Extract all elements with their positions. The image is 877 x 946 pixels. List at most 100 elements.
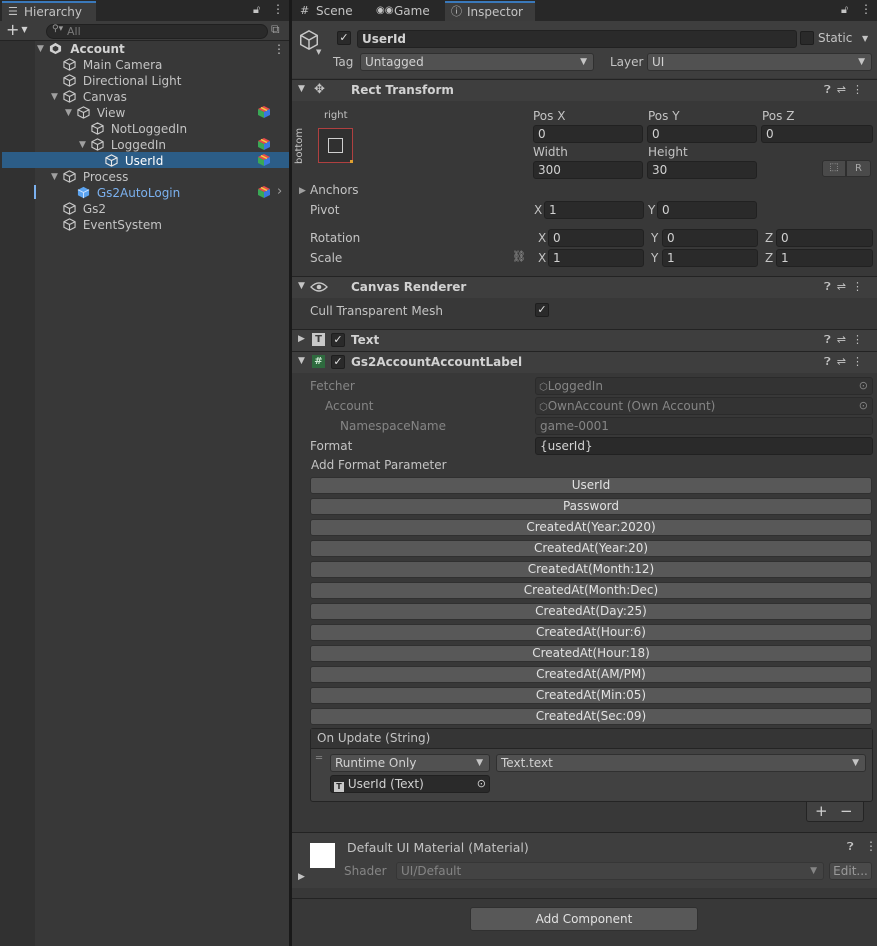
gs2-label-header[interactable]: ▼ # ✓ Gs2AccountAccountLabel ❓︎⇌⋮ [292, 351, 877, 373]
pos-x-field[interactable]: 0 [533, 125, 643, 143]
scale-y-field[interactable]: 1 [662, 249, 758, 267]
fold-anchors[interactable]: ▶ [299, 186, 306, 196]
text-header[interactable]: ▶ T ✓ Text ❓︎⇌⋮ [292, 329, 877, 351]
fold-icon[interactable]: ▶ [298, 872, 305, 882]
param-button-user-id[interactable]: UserId [310, 477, 872, 494]
runtime-dropdown[interactable]: Runtime Only ▼ [330, 754, 490, 772]
hierarchy-item-user-id[interactable]: UserId [105, 153, 163, 169]
tab-game[interactable]: ◉◉ Game [370, 1, 442, 21]
function-dropdown[interactable]: Text.text ▼ [496, 754, 866, 772]
link-icon[interactable]: ⛓︎ [512, 250, 526, 263]
param-button-year-2020[interactable]: CreatedAt(Year:2020) [310, 519, 872, 536]
fold-view[interactable]: ▼ [65, 108, 72, 118]
target-object-field[interactable]: T UserId (Text) ⊙ [330, 775, 490, 793]
panel-divider[interactable] [289, 0, 292, 946]
lock-icon[interactable]: 🔓︎ [253, 3, 260, 17]
add-component-button[interactable]: Add Component [470, 907, 698, 931]
chevron-down-icon[interactable]: ▼ [316, 48, 321, 56]
rot-z-field[interactable]: 0 [776, 229, 873, 247]
settings-sliders-icon[interactable]: ⇌ [837, 333, 852, 346]
remove-listener-button[interactable]: − [840, 802, 853, 820]
hierarchy-item-process[interactable]: Process [63, 169, 128, 185]
help-icon[interactable]: ❓︎ [847, 840, 854, 854]
chevron-down-icon[interactable]: ▼ [862, 34, 868, 43]
param-button-month-dec[interactable]: CreatedAt(Month:Dec) [310, 582, 872, 599]
help-icon[interactable]: ❓︎ [824, 83, 837, 96]
header-icons[interactable]: ❓︎⇌⋮ [824, 333, 869, 347]
anchors-label[interactable]: Anchors [310, 183, 359, 197]
settings-sliders-icon[interactable]: ⇌ [837, 280, 852, 293]
hierarchy-item-canvas[interactable]: Canvas [63, 89, 127, 105]
raw-edit-button[interactable]: R [846, 160, 871, 177]
kebab-icon[interactable]: ⋮ [852, 355, 869, 368]
kebab-icon[interactable]: ⋮ [852, 83, 869, 96]
pivot-y-field[interactable]: 0 [657, 201, 757, 219]
static-checkbox[interactable] [800, 31, 814, 45]
object-name-field[interactable]: UserId [357, 30, 797, 48]
tab-scene[interactable]: # Scene [294, 1, 368, 21]
lock-icon[interactable]: 🔓︎ [841, 3, 848, 17]
hierarchy-item-gs2-auto-login[interactable]: Gs2AutoLogin [77, 185, 180, 201]
fold-account[interactable]: ▼ [37, 44, 44, 54]
hierarchy-item-directional-light[interactable]: Directional Light [63, 73, 182, 89]
add-dropdown-button[interactable]: + ▼ [6, 22, 28, 38]
material-preview[interactable] [310, 843, 335, 868]
fold-process[interactable]: ▼ [51, 172, 58, 182]
tab-inspector[interactable]: ⓘ Inspector [445, 1, 535, 21]
fold-logged-in[interactable]: ▼ [79, 140, 86, 150]
kebab-icon[interactable]: ⋮ [852, 280, 869, 293]
kebab-icon[interactable]: ⋮ [272, 2, 284, 16]
kebab-icon[interactable]: ⋮ [860, 2, 872, 16]
format-field[interactable]: {userId} [535, 437, 873, 455]
param-button-month-12[interactable]: CreatedAt(Month:12) [310, 561, 872, 578]
param-button-am-pm[interactable]: CreatedAt(AM/PM) [310, 666, 872, 683]
param-button-password[interactable]: Password [310, 498, 872, 515]
header-icons[interactable]: ❓︎⇌⋮ [824, 355, 869, 369]
kebab-icon[interactable]: ⋮ [865, 839, 877, 853]
anchor-preset-button[interactable] [318, 128, 353, 163]
tag-dropdown[interactable]: Untagged ▼ [360, 53, 594, 71]
param-button-min-05[interactable]: CreatedAt(Min:05) [310, 687, 872, 704]
height-field[interactable]: 30 [647, 161, 757, 179]
hierarchy-item-main-camera[interactable]: Main Camera [63, 57, 162, 73]
active-checkbox[interactable]: ✓ [337, 31, 351, 45]
help-icon[interactable]: ❓︎ [824, 333, 837, 346]
chevron-right-icon[interactable]: › [277, 184, 282, 199]
param-button-year-20[interactable]: CreatedAt(Year:20) [310, 540, 872, 557]
pivot-x-field[interactable]: 1 [544, 201, 644, 219]
settings-sliders-icon[interactable]: ⇌ [837, 83, 852, 96]
fold-canvas[interactable]: ▼ [51, 92, 58, 102]
blueprint-mode-button[interactable]: ⬚ [822, 160, 846, 177]
help-icon[interactable]: ❓︎ [824, 355, 837, 368]
hierarchy-item-logged-in[interactable]: LoggedIn [91, 137, 166, 153]
rot-x-field[interactable]: 0 [548, 229, 644, 247]
search-field[interactable]: ⚲▾ All [46, 24, 268, 39]
param-button-hour-6[interactable]: CreatedAt(Hour:6) [310, 624, 872, 641]
label-enabled-checkbox[interactable]: ✓ [331, 355, 345, 369]
header-icons[interactable]: ❓︎⇌⋮ [824, 280, 869, 294]
rot-y-field[interactable]: 0 [662, 229, 758, 247]
param-button-hour-18[interactable]: CreatedAt(Hour:18) [310, 645, 872, 662]
param-button-day-25[interactable]: CreatedAt(Day:25) [310, 603, 872, 620]
kebab-icon[interactable]: ⋮ [273, 42, 285, 56]
tab-hierarchy[interactable]: ☰ Hierarchy [2, 1, 96, 21]
scale-z-field[interactable]: 1 [776, 249, 873, 267]
cull-checkbox[interactable]: ✓ [535, 303, 549, 317]
width-field[interactable]: 300 [533, 161, 643, 179]
hierarchy-item-view[interactable]: View [77, 105, 125, 121]
help-icon[interactable]: ❓︎ [824, 280, 837, 293]
hierarchy-item-not-logged-in[interactable]: NotLoggedIn [91, 121, 187, 137]
pos-y-field[interactable]: 0 [647, 125, 757, 143]
search-options-icon[interactable]: ⧉ [271, 22, 280, 37]
pos-z-field[interactable]: 0 [761, 125, 873, 143]
hierarchy-item-account[interactable]: Account [49, 41, 125, 57]
settings-sliders-icon[interactable]: ⇌ [837, 355, 852, 368]
kebab-icon[interactable]: ⋮ [852, 333, 869, 346]
scale-x-field[interactable]: 1 [548, 249, 644, 267]
layer-dropdown[interactable]: UI ▼ [647, 53, 872, 71]
hierarchy-item-event-system[interactable]: EventSystem [63, 217, 162, 233]
add-listener-button[interactable]: + [815, 802, 828, 820]
text-enabled-checkbox[interactable]: ✓ [331, 333, 345, 347]
target-icon[interactable]: ⊙ [477, 776, 486, 792]
canvas-renderer-header[interactable]: ▼ Canvas Renderer ❓︎⇌⋮ [292, 276, 877, 298]
